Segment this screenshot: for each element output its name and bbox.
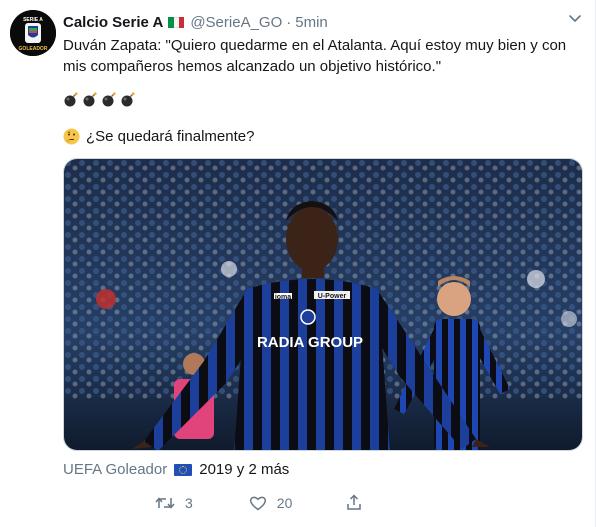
emoji-row: [63, 91, 136, 107]
question-text: ¿Se quedará finalmente?: [86, 128, 255, 145]
share-icon: [347, 494, 362, 510]
share-button[interactable]: [346, 494, 362, 511]
avatar-bottom-text: GOLEADOR: [19, 46, 48, 52]
italy-flag-icon: [168, 16, 185, 28]
thinking-face-icon: [63, 128, 80, 145]
shirt-sponsor-text: U-Power: [318, 293, 347, 300]
eu-flag-icon: [174, 463, 193, 476]
tweet-text-line: Duván Zapata: "Quiero quedarme en el Ata…: [63, 37, 567, 54]
avatar[interactable]: SERIE A GOLEADOR: [10, 10, 56, 56]
tweet-photo[interactable]: joma U-Power RADIA GROUP: [63, 158, 583, 451]
event-name: UEFA Goleador: [63, 461, 168, 478]
tweet[interactable]: SERIE A GOLEADOR Calcio Serie A @SerieA_…: [0, 0, 596, 527]
question-line: ¿Se quedará finalmente?: [63, 128, 254, 145]
bomb-icon: [102, 92, 116, 107]
separator: ·: [286, 13, 292, 31]
tweet-actions: 3 20: [155, 494, 362, 511]
bomb-icon: [121, 92, 135, 107]
tweet-header: Calcio Serie A @SerieA_GO · 5min: [63, 12, 328, 32]
bomb-icon: [83, 92, 97, 107]
author-handle[interactable]: @SerieA_GO: [190, 14, 282, 31]
like-count: 20: [276, 494, 293, 511]
avatar-top-text: SERIE A: [23, 17, 43, 23]
event-date: 2019 y 2 más: [199, 461, 290, 478]
shirt-main-sponsor-text: RADIA GROUP: [257, 334, 363, 351]
heart-icon: [249, 496, 266, 510]
like-button[interactable]: 20: [249, 495, 347, 511]
chevron-down-icon[interactable]: [568, 14, 582, 24]
timestamp[interactable]: 5min: [295, 14, 328, 31]
kit-brand-text: joma: [274, 294, 291, 301]
author-name[interactable]: Calcio Serie A: [63, 14, 163, 31]
event-label[interactable]: UEFA Goleador 2019 y 2 más: [63, 461, 289, 478]
tweet-text-line: mis compañeros hemos alcanzado un objeti…: [63, 58, 442, 75]
retweet-button[interactable]: 3: [155, 495, 249, 511]
retweet-icon: [155, 496, 175, 509]
retweet-count: 3: [185, 494, 193, 511]
bomb-icon: [64, 92, 78, 107]
